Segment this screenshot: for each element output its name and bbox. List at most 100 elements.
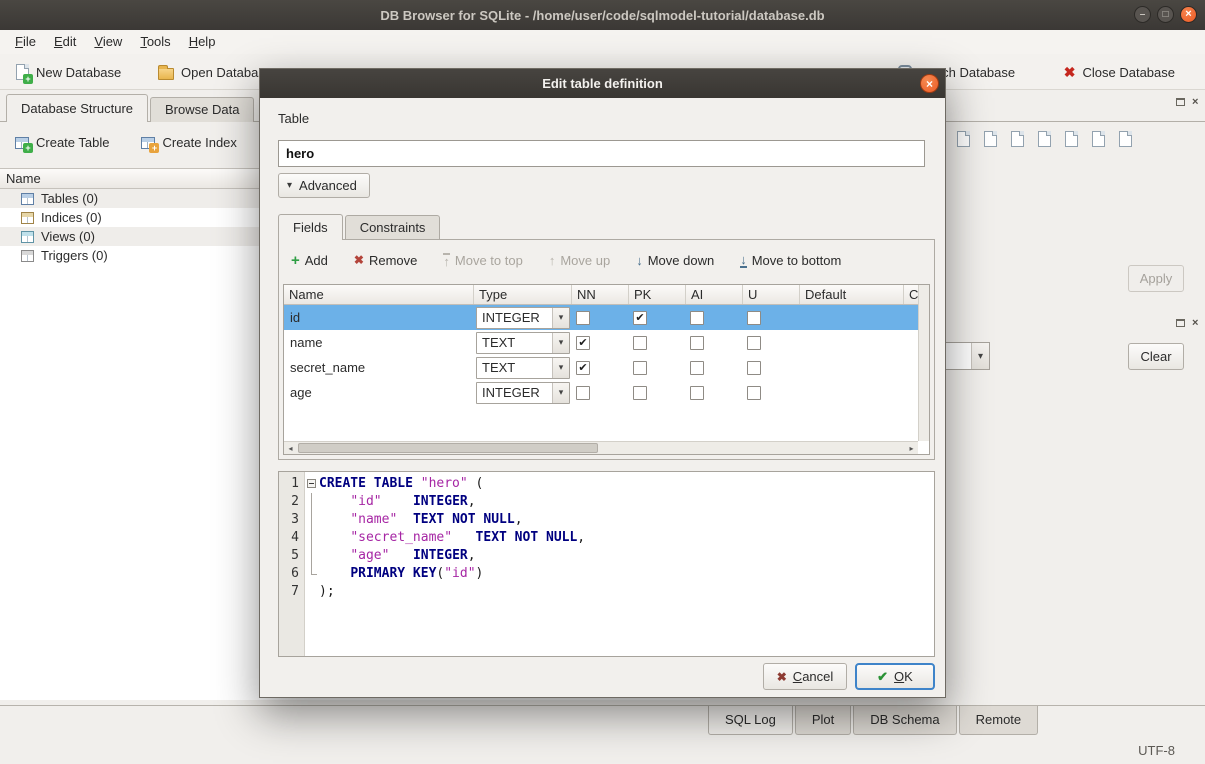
- column-header-u[interactable]: U: [743, 285, 800, 304]
- menu-tools[interactable]: Tools: [131, 30, 179, 54]
- line-number: 2: [279, 493, 305, 511]
- cell-editor-icon[interactable]: [1059, 128, 1083, 150]
- type-combobox[interactable]: TEXT▾: [476, 332, 570, 354]
- dock-close-icon[interactable]: ×: [1192, 318, 1198, 328]
- check-cell[interactable]: [904, 355, 918, 380]
- menu-help[interactable]: Help: [180, 30, 225, 54]
- cell-editor-icon[interactable]: [1086, 128, 1110, 150]
- float-icon[interactable]: [1176, 319, 1185, 327]
- u-checkbox[interactable]: [747, 336, 761, 350]
- menu-edit[interactable]: Edit: [45, 30, 85, 54]
- nn-checkbox[interactable]: ✔: [576, 336, 590, 350]
- tab-sql-log[interactable]: SQL Log: [708, 706, 793, 735]
- ai-checkbox[interactable]: [690, 336, 704, 350]
- column-header-pk[interactable]: PK: [629, 285, 686, 304]
- cancel-button[interactable]: ✖ Cancel: [763, 663, 847, 690]
- nn-checkbox[interactable]: [576, 386, 590, 400]
- u-checkbox[interactable]: [747, 386, 761, 400]
- menu-file[interactable]: File: [6, 30, 45, 54]
- cell-editor-icon[interactable]: [978, 128, 1002, 150]
- nn-checkbox[interactable]: ✔: [576, 361, 590, 375]
- float-icon[interactable]: [1176, 98, 1185, 106]
- close-database-button[interactable]: ✖ Close Database: [1058, 58, 1181, 86]
- close-icon[interactable]: ×: [1180, 6, 1197, 23]
- scroll-left-icon[interactable]: ◂: [284, 442, 297, 454]
- create-index-button[interactable]: Create Index: [134, 130, 243, 155]
- folder-icon: [158, 68, 174, 80]
- dialog-close-icon[interactable]: ×: [920, 74, 939, 93]
- type-combobox[interactable]: TEXT▾: [476, 357, 570, 379]
- ai-checkbox[interactable]: [690, 386, 704, 400]
- cell-editor-icon[interactable]: [1032, 128, 1056, 150]
- field-row[interactable]: nameTEXT▾ ✔: [284, 330, 918, 355]
- table-name-input[interactable]: [278, 140, 925, 167]
- column-header-name[interactable]: Name: [284, 285, 474, 304]
- default-cell[interactable]: [800, 330, 904, 355]
- column-header-ai[interactable]: AI: [686, 285, 743, 304]
- remove-field-button[interactable]: ✖Remove: [350, 251, 421, 270]
- fold-collapse-icon[interactable]: [307, 479, 316, 488]
- default-cell[interactable]: [800, 355, 904, 380]
- column-header-nn[interactable]: NN: [572, 285, 629, 304]
- tab-fields[interactable]: Fields: [278, 214, 343, 240]
- scroll-right-icon[interactable]: ▸: [905, 442, 918, 454]
- pk-checkbox[interactable]: [633, 386, 647, 400]
- u-checkbox[interactable]: [747, 311, 761, 325]
- field-name-cell[interactable]: age: [284, 380, 474, 405]
- column-header-default[interactable]: Default: [800, 285, 904, 304]
- tab-remote[interactable]: Remote: [959, 706, 1039, 735]
- sql-token: [319, 511, 350, 529]
- field-name-cell[interactable]: id: [284, 305, 474, 330]
- field-name-cell[interactable]: secret_name: [284, 355, 474, 380]
- tab-plot[interactable]: Plot: [795, 706, 851, 735]
- field-row[interactable]: secret_nameTEXT▾ ✔: [284, 355, 918, 380]
- column-header-type[interactable]: Type: [474, 285, 572, 304]
- cell-editor-icon[interactable]: [951, 128, 975, 150]
- type-combobox[interactable]: INTEGER▾: [476, 307, 570, 329]
- vertical-scrollbar[interactable]: [918, 285, 929, 441]
- ai-checkbox[interactable]: [690, 361, 704, 375]
- pk-checkbox[interactable]: [633, 361, 647, 375]
- move-down-button[interactable]: ↓Move down: [632, 251, 718, 270]
- advanced-button[interactable]: ▾ Advanced: [278, 173, 370, 198]
- ok-button[interactable]: ✔ OK: [855, 663, 935, 690]
- menu-view[interactable]: View: [85, 30, 131, 54]
- default-cell[interactable]: [800, 380, 904, 405]
- move-to-bottom-button[interactable]: ↓Move to bottom: [736, 251, 845, 270]
- nn-checkbox[interactable]: [576, 311, 590, 325]
- fold-column: [305, 475, 319, 493]
- column-header-check[interactable]: Check: [904, 285, 918, 304]
- scrollbar-thumb[interactable]: [298, 443, 598, 453]
- tab-browse-data[interactable]: Browse Data: [150, 97, 254, 122]
- check-cell[interactable]: [904, 380, 918, 405]
- type-combobox[interactable]: INTEGER▾: [476, 382, 570, 404]
- sql-token: [319, 529, 350, 547]
- check-cell[interactable]: [904, 330, 918, 355]
- field-row[interactable]: ageINTEGER▾: [284, 380, 918, 405]
- pk-checkbox[interactable]: ✔: [633, 311, 647, 325]
- tab-database-structure[interactable]: Database Structure: [6, 94, 148, 122]
- tables-icon: [21, 193, 34, 205]
- pk-cell: ✔: [629, 305, 686, 330]
- advanced-label: Advanced: [299, 178, 357, 193]
- field-name-cell[interactable]: name: [284, 330, 474, 355]
- check-cell[interactable]: [904, 305, 918, 330]
- tab-db-schema[interactable]: DB Schema: [853, 706, 956, 735]
- u-checkbox[interactable]: [747, 361, 761, 375]
- new-database-button[interactable]: New Database: [10, 58, 127, 86]
- minimize-icon[interactable]: –: [1134, 6, 1151, 23]
- create-table-button[interactable]: Create Table: [8, 130, 116, 155]
- cell-editor-icon[interactable]: [1113, 128, 1137, 150]
- field-row[interactable]: idINTEGER▾ ✔: [284, 305, 918, 330]
- sql-token: "hero": [421, 475, 468, 493]
- pk-checkbox[interactable]: [633, 336, 647, 350]
- cell-editor-icon[interactable]: [1005, 128, 1029, 150]
- default-cell[interactable]: [800, 305, 904, 330]
- dock-close-icon[interactable]: ×: [1192, 97, 1198, 107]
- maximize-icon[interactable]: □: [1157, 6, 1174, 23]
- tab-constraints[interactable]: Constraints: [345, 215, 441, 239]
- clear-button[interactable]: Clear: [1128, 343, 1184, 370]
- add-field-button[interactable]: +Add: [287, 251, 332, 270]
- ai-checkbox[interactable]: [690, 311, 704, 325]
- horizontal-scrollbar[interactable]: ◂ ▸: [284, 441, 918, 454]
